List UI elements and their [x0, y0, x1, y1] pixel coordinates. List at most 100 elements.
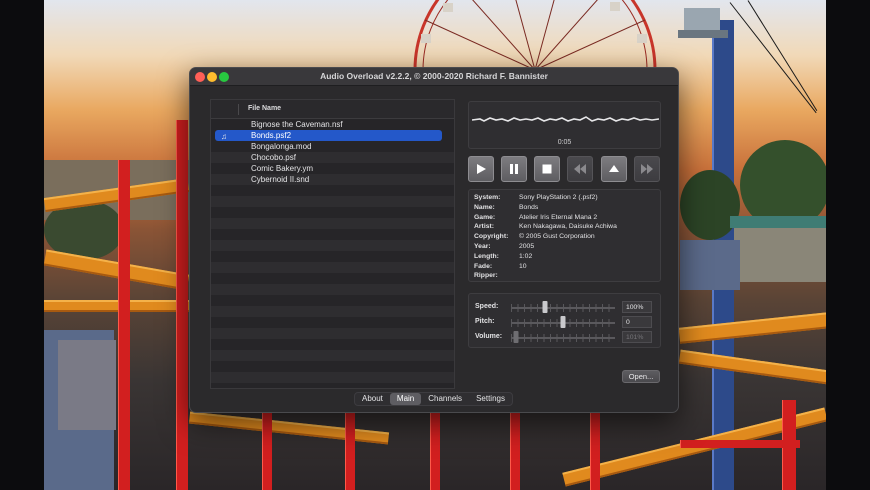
track-info-value: 1:02 [519, 252, 533, 260]
file-list-row[interactable]: Chocobo.psf [211, 152, 454, 163]
file-list[interactable]: File Name Bignose the Caveman.nsf ♫ Bonds.… [210, 99, 455, 389]
play-button[interactable] [468, 156, 494, 182]
title-bar[interactable]: Audio Overload v2.2.2, © 2000-2020 Richa… [190, 68, 678, 86]
track-info-row: Length: 1:02 [474, 253, 532, 263]
file-list-row [211, 372, 454, 383]
speed-slider[interactable] [542, 301, 548, 313]
pause-button[interactable] [501, 156, 527, 182]
waveform-graphic [472, 116, 659, 122]
file-list-row [211, 251, 454, 262]
tab-settings[interactable]: Settings [469, 393, 512, 405]
pitch-control: Pitch: 0 [475, 316, 655, 329]
speed-value-field[interactable]: 100% [622, 301, 652, 313]
volume-slider[interactable] [513, 331, 519, 343]
volume-value-field[interactable]: 101% [622, 331, 652, 343]
audio-overload-window: Audio Overload v2.2.2, © 2000-2020 Richa… [189, 67, 679, 413]
file-list-row [211, 185, 454, 196]
file-list-header: File Name [211, 100, 454, 119]
file-list-row [211, 207, 454, 218]
file-list-row [211, 229, 454, 240]
track-info-row: Game: Atelier Iris Eternal Mana 2 [474, 214, 597, 224]
track-info-row: Fade: 10 [474, 263, 527, 273]
file-name: Chocobo.psf [251, 153, 296, 162]
window-title: Audio Overload v2.2.2, © 2000-2020 Richa… [320, 71, 548, 81]
track-info-key: Year: [474, 243, 491, 250]
track-info-value: Atelier Iris Eternal Mana 2 [519, 213, 598, 221]
file-list-row[interactable]: Bignose the Caveman.nsf [211, 119, 454, 130]
track-info-key: Name: [474, 203, 495, 211]
volume-label: Volume: [475, 333, 503, 340]
fast-forward-button[interactable] [634, 156, 660, 182]
file-name: Bonds.psf2 [251, 131, 292, 140]
track-info-row: System: Sony PlayStation 2 (.psf2) [474, 194, 598, 204]
track-info-key: System: [474, 194, 501, 201]
track-info-key: Fade: [474, 262, 493, 270]
rewind-button[interactable] [567, 156, 593, 182]
file-list-row [211, 361, 454, 372]
track-info-key: Ripper: [474, 272, 498, 280]
track-info-key: Copyright: [474, 233, 509, 241]
fast-forward-icon [641, 164, 653, 174]
track-info-value: Sony PlayStation 2 (.psf2) [519, 194, 598, 201]
open-button[interactable]: Open... [622, 370, 660, 383]
elapsed-time: 0:05 [557, 139, 572, 146]
file-list-row[interactable]: Comic Bakery.ym [211, 163, 454, 174]
track-info-row: Copyright: © 2005 Gust Corporation [474, 233, 595, 243]
play-icon [477, 164, 486, 174]
tab-about[interactable]: About [355, 393, 390, 405]
file-name: Bignose the Caveman.nsf [251, 120, 343, 129]
file-name-column-header[interactable]: File Name [248, 105, 281, 112]
pitch-slider[interactable] [560, 316, 566, 328]
track-info-key: Artist: [474, 223, 495, 231]
pitch-value-field[interactable]: 0 [622, 316, 652, 328]
file-list-row [211, 350, 454, 361]
speed-control: Speed: 100% [475, 301, 655, 314]
playback-controls-panel: Speed: 100% Pitch: 0 Volume: 101% [468, 293, 661, 348]
file-list-row [211, 240, 454, 251]
file-name: Cybernoid II.snd [251, 175, 310, 184]
tab-main[interactable]: Main [389, 393, 422, 405]
eject-icon [609, 165, 619, 172]
track-info-value: Bonds [519, 203, 539, 211]
view-tabs: About Main Channels Settings [354, 392, 513, 406]
file-list-row [211, 218, 454, 229]
track-info-row: Artist: Ken Nakagawa, Daisuke Achiwa [474, 223, 617, 233]
stop-icon [542, 164, 552, 174]
stop-button[interactable] [534, 156, 560, 182]
track-info-key: Length: [474, 252, 499, 260]
file-list-row[interactable]: Bongalonga.mod [211, 141, 454, 152]
track-info-row: Ripper: [474, 272, 519, 282]
file-list-row [211, 328, 454, 339]
file-list-row [211, 306, 454, 317]
file-list-row [211, 295, 454, 306]
track-info-row: Name: Bonds [474, 204, 538, 214]
file-list-row[interactable]: ♫ Bonds.psf2 [215, 130, 442, 141]
track-info-key: Game: [474, 213, 496, 221]
rewind-icon [574, 164, 586, 174]
file-list-row [211, 262, 454, 273]
track-info-value: Ken Nakagawa, Daisuke Achiwa [519, 223, 617, 231]
tab-channels[interactable]: Channels [421, 393, 469, 405]
file-list-row [211, 273, 454, 284]
track-info-row: Year: 2005 [474, 243, 534, 253]
track-info-value: © 2005 Gust Corporation [519, 233, 595, 241]
transport-controls [468, 156, 661, 182]
file-rows: Bignose the Caveman.nsf ♫ Bonds.psf2 Bongal… [211, 119, 454, 383]
eject-button[interactable] [601, 156, 627, 182]
pitch-label: Pitch: [475, 318, 495, 325]
file-list-row [211, 317, 454, 328]
file-list-row[interactable]: Cybernoid II.snd [211, 174, 454, 185]
file-list-row [211, 196, 454, 207]
waveform-display: 0:05 [468, 101, 661, 149]
file-list-row [211, 339, 454, 350]
tower-top-graphic [678, 8, 728, 38]
track-info-panel: System: Sony PlayStation 2 (.psf2) Name: Bo… [468, 189, 661, 282]
volume-control: Volume: 101% [475, 331, 655, 344]
track-info-value: 10 [519, 262, 527, 270]
file-list-row [211, 284, 454, 295]
file-name: Comic Bakery.ym [251, 164, 314, 173]
track-info-value: 2005 [519, 243, 535, 250]
file-name: Bongalonga.mod [251, 142, 312, 151]
speed-label: Speed: [475, 303, 499, 310]
pause-icon [510, 164, 518, 174]
